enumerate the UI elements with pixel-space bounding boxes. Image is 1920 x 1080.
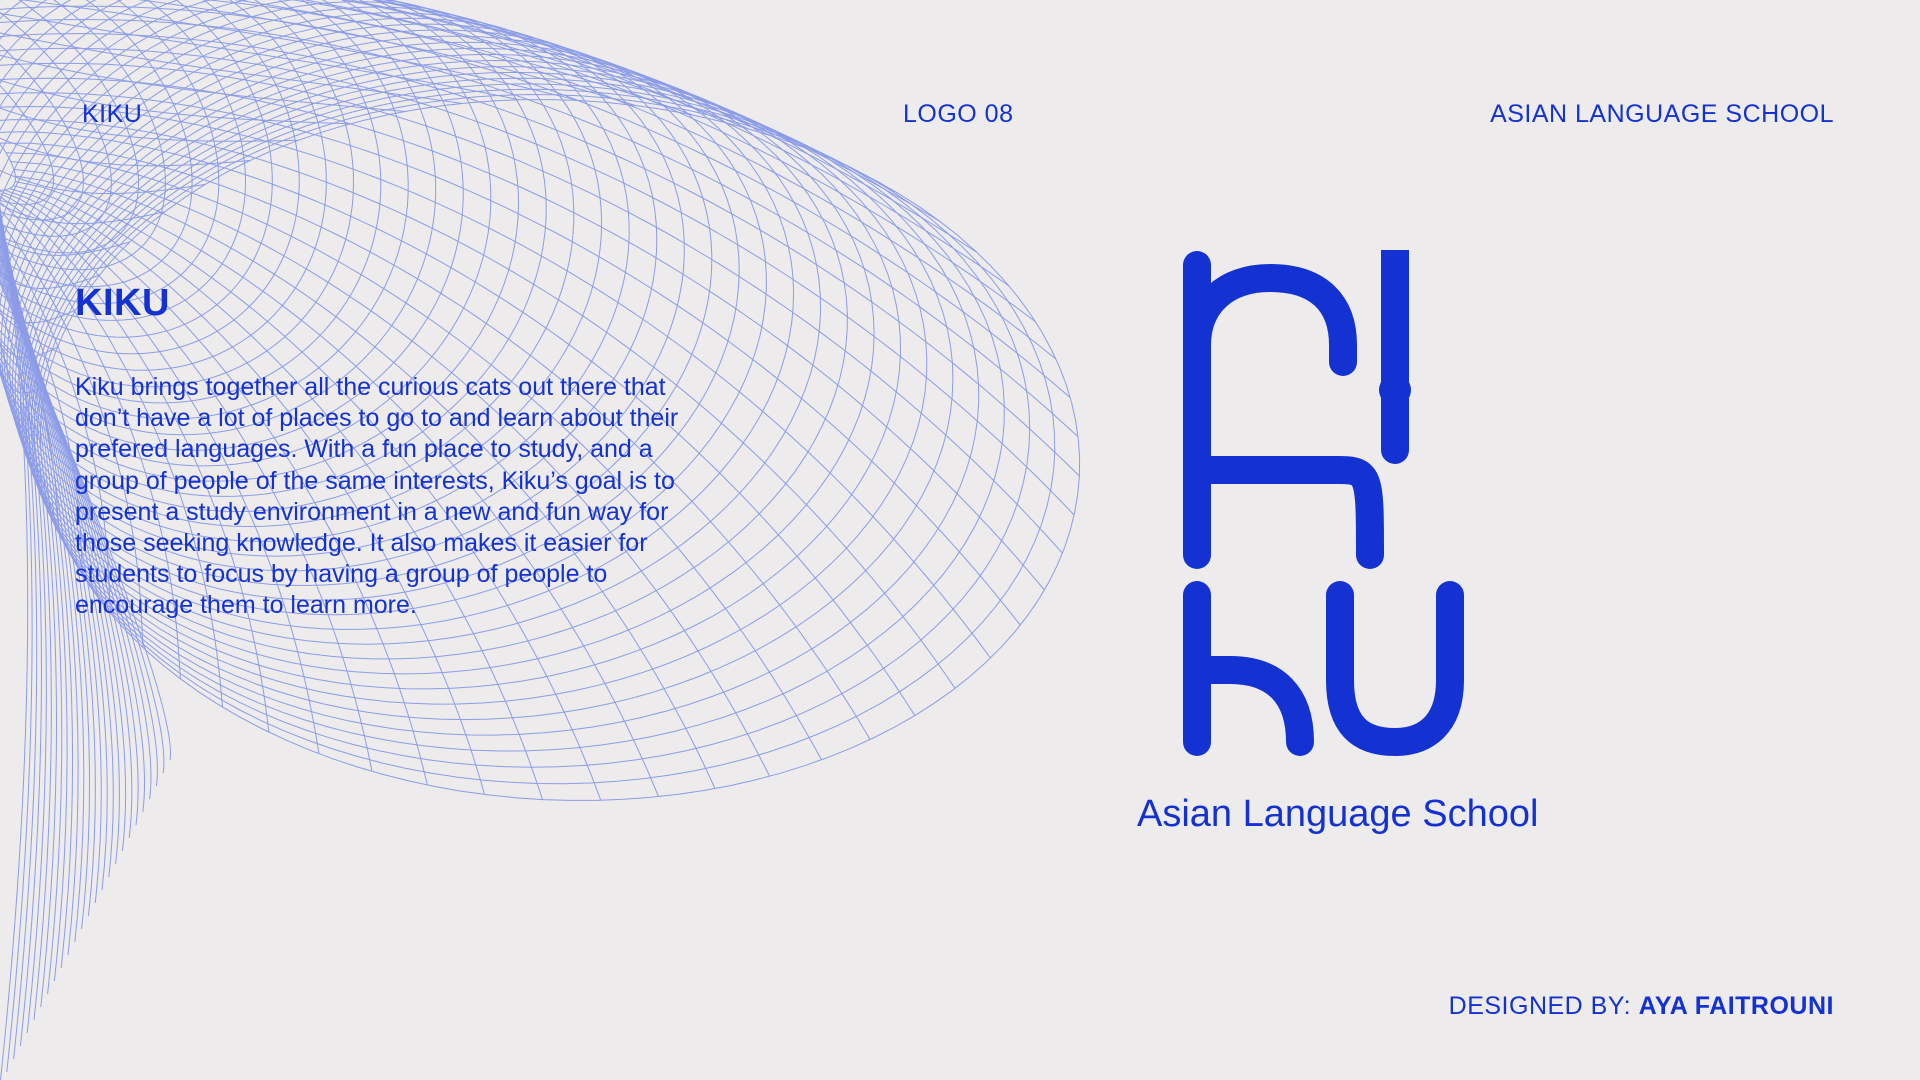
logo-lower-k-arm bbox=[1183, 656, 1314, 756]
mesh-rib bbox=[19, 0, 578, 101]
kiku-logo-mark bbox=[1183, 250, 1464, 756]
mesh-ring bbox=[0, 0, 247, 321]
designer-name: AYA FAITROUNI bbox=[1638, 992, 1834, 1020]
logo-u-bowl bbox=[1326, 581, 1464, 756]
mesh-ring bbox=[0, 0, 437, 436]
credit-label: DESIGNED BY: bbox=[1448, 992, 1632, 1020]
mesh-ring bbox=[0, 0, 220, 305]
mesh-rib bbox=[340, 0, 1010, 287]
school-label: ASIAN LANGUAGE SCHOOL bbox=[1490, 100, 1834, 128]
logo-i-hook bbox=[1183, 264, 1357, 484]
logo-tagline: Asian Language School bbox=[1137, 793, 1539, 835]
logo-upper-k-arm bbox=[1183, 456, 1384, 569]
logo-number-label: LOGO 08 bbox=[903, 100, 1014, 128]
brand-label: KIKU bbox=[82, 100, 143, 128]
logo-i-dot bbox=[1379, 374, 1411, 406]
presentation-slide: KIKU LOGO 08 ASIAN LANGUAGE SCHOOL KIKU … bbox=[0, 0, 1920, 1080]
intro-title: KIKU bbox=[75, 282, 170, 324]
designer-credit: DESIGNED BY: AYA FAITROUNI bbox=[1449, 992, 1834, 1021]
intro-description: Kiku brings together all the curious cat… bbox=[75, 373, 679, 620]
